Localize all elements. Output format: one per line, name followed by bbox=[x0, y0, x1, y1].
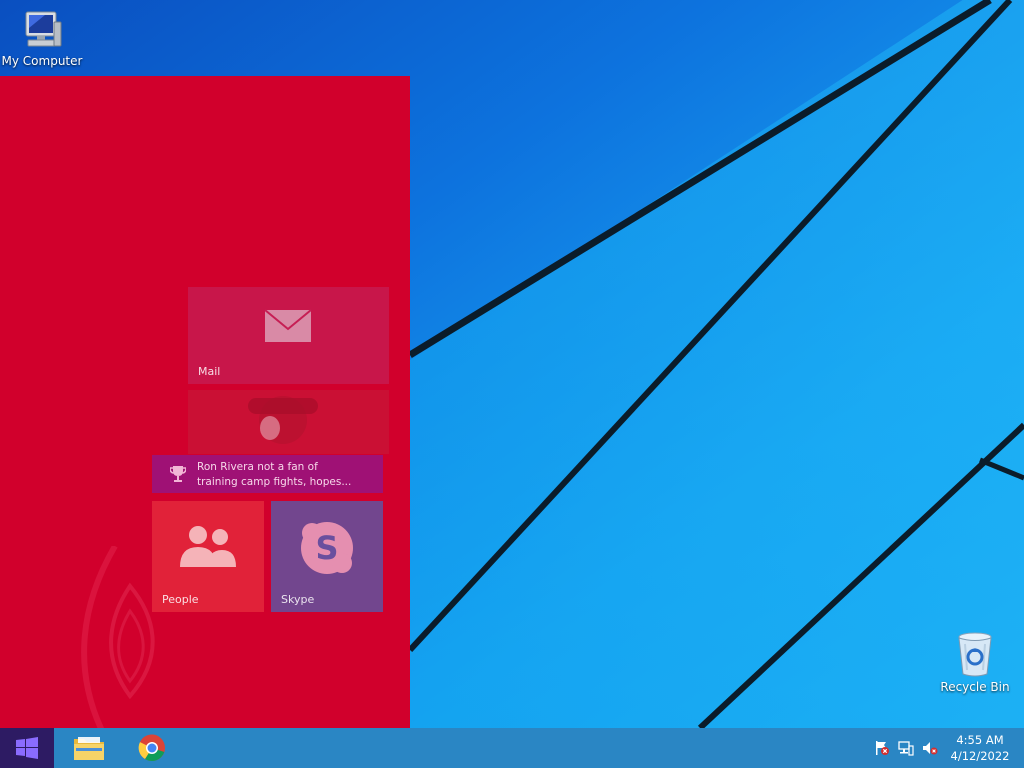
news-headline-line2: training camp fights, hopes... bbox=[197, 476, 352, 488]
svg-text:S: S bbox=[315, 529, 338, 567]
people-tile[interactable]: People bbox=[152, 501, 264, 612]
trophy-icon bbox=[170, 466, 186, 482]
taskbar-clock[interactable]: 4:55 AM 4/12/2022 bbox=[944, 732, 1016, 764]
news-photo bbox=[248, 396, 318, 444]
mail-tile-label: Mail bbox=[198, 365, 221, 378]
start-menu-panel: Mail bbox=[0, 76, 410, 728]
news-tile-image[interactable] bbox=[188, 390, 389, 454]
skype-tile-label: Skype bbox=[281, 593, 315, 606]
chrome-icon bbox=[138, 734, 165, 762]
news-headline-line1: Ron Rivera not a fan of bbox=[197, 461, 318, 473]
skype-tile[interactable]: S Skype bbox=[271, 501, 383, 612]
desktop-icon-recycle-bin[interactable]: Recycle Bin bbox=[933, 630, 1017, 694]
taskbar: 4:55 AM 4/12/2022 bbox=[0, 728, 1024, 768]
people-icon bbox=[180, 526, 236, 567]
start-button[interactable] bbox=[0, 728, 54, 768]
taskbar-chrome[interactable] bbox=[133, 728, 171, 768]
clock-time: 4:55 AM bbox=[956, 733, 1004, 747]
mail-icon bbox=[264, 309, 312, 342]
mail-tile[interactable]: Mail bbox=[188, 287, 389, 384]
recycle-bin-icon bbox=[958, 632, 992, 677]
file-explorer-icon bbox=[74, 737, 104, 760]
desktop-icon-label: Recycle Bin bbox=[940, 680, 1010, 694]
people-tile-label: People bbox=[162, 593, 199, 606]
action-center-flag-icon[interactable] bbox=[874, 740, 890, 756]
windows-logo-icon bbox=[16, 737, 38, 759]
desktop: My Computer Recycle Bin Mail Ron Rivera … bbox=[0, 0, 1024, 728]
news-headline-banner[interactable]: Ron Rivera not a fan of training camp fi… bbox=[152, 455, 383, 493]
computer-icon bbox=[25, 11, 62, 47]
volume-muted-icon[interactable] bbox=[922, 740, 938, 756]
skype-icon: S bbox=[301, 522, 353, 574]
network-icon[interactable] bbox=[898, 740, 914, 756]
desktop-icon-my-computer[interactable]: My Computer bbox=[0, 8, 84, 68]
taskbar-file-explorer[interactable] bbox=[70, 728, 108, 768]
clock-date: 4/12/2022 bbox=[950, 749, 1010, 763]
desktop-icon-label: My Computer bbox=[1, 54, 83, 68]
